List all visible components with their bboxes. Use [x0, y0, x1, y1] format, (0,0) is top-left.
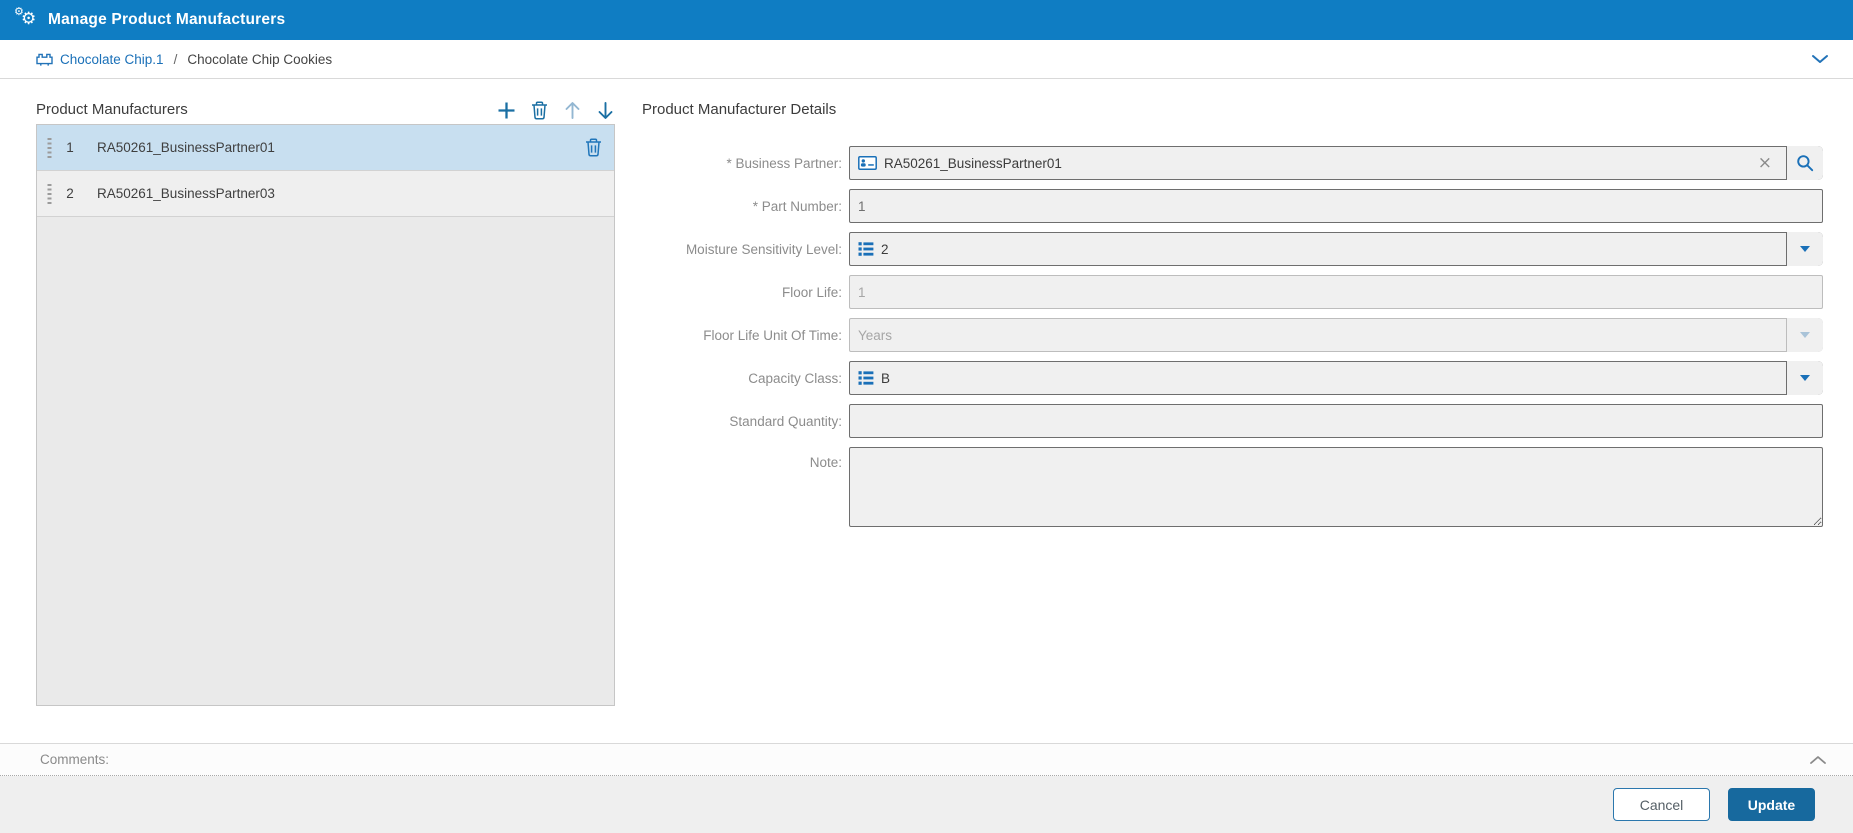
- standard-quantity-field[interactable]: [849, 404, 1823, 438]
- floor-life-label: Floor Life:: [781, 284, 842, 300]
- part-number-label: * Part Number:: [752, 198, 842, 214]
- id-card-icon: [858, 156, 877, 170]
- form-row-business-partner: * Business Partner: RA50261_BusinessPart…: [642, 146, 1823, 180]
- floor-life-unit-dropdown-button: [1786, 318, 1823, 352]
- moisture-sensitivity-field[interactable]: 2: [849, 232, 1823, 266]
- moisture-sensitivity-label: Moisture Sensitivity Level:: [685, 241, 842, 257]
- caret-down-icon: [1800, 375, 1810, 381]
- enum-list-icon: [858, 370, 874, 386]
- floor-life-field: 1: [849, 275, 1823, 309]
- floor-life-unit-label: Floor Life Unit Of Time:: [703, 327, 842, 343]
- details-panel-title: Product Manufacturer Details: [642, 101, 837, 118]
- manufacturers-panel-title: Product Manufacturers: [36, 101, 188, 118]
- form-row-note: Note:: [642, 447, 1823, 527]
- floor-life-value: 1: [858, 284, 866, 300]
- search-button[interactable]: [1786, 146, 1823, 180]
- form-row-part-number: * Part Number: 1: [642, 189, 1823, 223]
- caret-down-icon: [1800, 246, 1810, 252]
- grip-dots-icon[interactable]: [47, 183, 53, 205]
- grip-dots-icon[interactable]: [47, 137, 53, 159]
- capacity-class-dropdown-button[interactable]: [1786, 361, 1823, 395]
- x-icon[interactable]: ×: [1758, 154, 1772, 172]
- move-down-button[interactable]: [595, 100, 615, 120]
- list-item-index: 1: [66, 140, 74, 155]
- standard-quantity-label: Standard Quantity:: [729, 413, 842, 429]
- capacity-class-value: B: [881, 370, 891, 386]
- move-up-button[interactable]: [562, 100, 582, 120]
- business-partner-field[interactable]: RA50261_BusinessPartner01 ×: [849, 146, 1823, 180]
- breadcrumb-current: Chocolate Chip Cookies: [187, 51, 333, 67]
- chevron-up-icon[interactable]: [1805, 751, 1831, 769]
- manufacturers-list: 1 RA50261_BusinessPartner01 2 RA50261_Bu…: [36, 124, 615, 706]
- enum-list-icon: [858, 241, 874, 257]
- footer-bar: Cancel Update: [0, 776, 1853, 833]
- trash-icon[interactable]: [582, 137, 604, 159]
- add-button[interactable]: [496, 100, 516, 120]
- delete-button[interactable]: [529, 100, 549, 120]
- magnifier-icon: [1796, 154, 1814, 172]
- business-partner-label: * Business Partner:: [726, 155, 842, 171]
- part-icon: [36, 52, 53, 67]
- gears-icon: ⚙ ⚙: [14, 5, 37, 29]
- comments-label: Comments:: [40, 752, 110, 767]
- manufacturers-toolbar: [495, 98, 615, 122]
- list-item-name: RA50261_BusinessPartner03: [97, 186, 275, 201]
- floor-life-unit-value: Years: [858, 327, 893, 343]
- part-number-value: 1: [858, 198, 866, 214]
- list-item-index: 2: [66, 186, 74, 201]
- note-field[interactable]: [849, 447, 1823, 527]
- cancel-button[interactable]: Cancel: [1613, 788, 1710, 821]
- part-number-field[interactable]: 1: [849, 189, 1823, 223]
- breadcrumb-separator: /: [173, 51, 178, 67]
- moisture-sensitivity-dropdown-button[interactable]: [1786, 232, 1823, 266]
- window-title: Manage Product Manufacturers: [48, 11, 286, 28]
- form-row-floor-life: Floor Life: 1: [642, 275, 1823, 309]
- caret-down-icon: [1800, 332, 1810, 338]
- breadcrumb-bar: Chocolate Chip.1 / Chocolate Chip Cookie…: [0, 40, 1853, 79]
- breadcrumb-link[interactable]: Chocolate Chip.1: [60, 52, 164, 67]
- note-label: Note:: [809, 455, 842, 470]
- window-titlebar: ⚙ ⚙ Manage Product Manufacturers: [0, 0, 1853, 40]
- update-button[interactable]: Update: [1728, 788, 1815, 821]
- form-row-capacity-class: Capacity Class: B: [642, 361, 1823, 395]
- form-row-moisture-sensitivity: Moisture Sensitivity Level: 2: [642, 232, 1823, 266]
- list-item[interactable]: 1 RA50261_BusinessPartner01: [37, 125, 614, 171]
- form-row-standard-quantity: Standard Quantity:: [642, 404, 1823, 438]
- moisture-sensitivity-value: 2: [881, 241, 889, 257]
- capacity-class-label: Capacity Class:: [748, 370, 842, 386]
- list-item-name: RA50261_BusinessPartner01: [97, 140, 275, 155]
- business-partner-value: RA50261_BusinessPartner01: [884, 155, 1062, 171]
- capacity-class-field[interactable]: B: [849, 361, 1823, 395]
- comments-bar: Comments:: [0, 743, 1853, 776]
- chevron-down-icon[interactable]: [1807, 50, 1833, 68]
- form-row-floor-life-unit: Floor Life Unit Of Time: Years: [642, 318, 1823, 352]
- floor-life-unit-field: Years: [849, 318, 1823, 352]
- list-item[interactable]: 2 RA50261_BusinessPartner03: [37, 171, 614, 217]
